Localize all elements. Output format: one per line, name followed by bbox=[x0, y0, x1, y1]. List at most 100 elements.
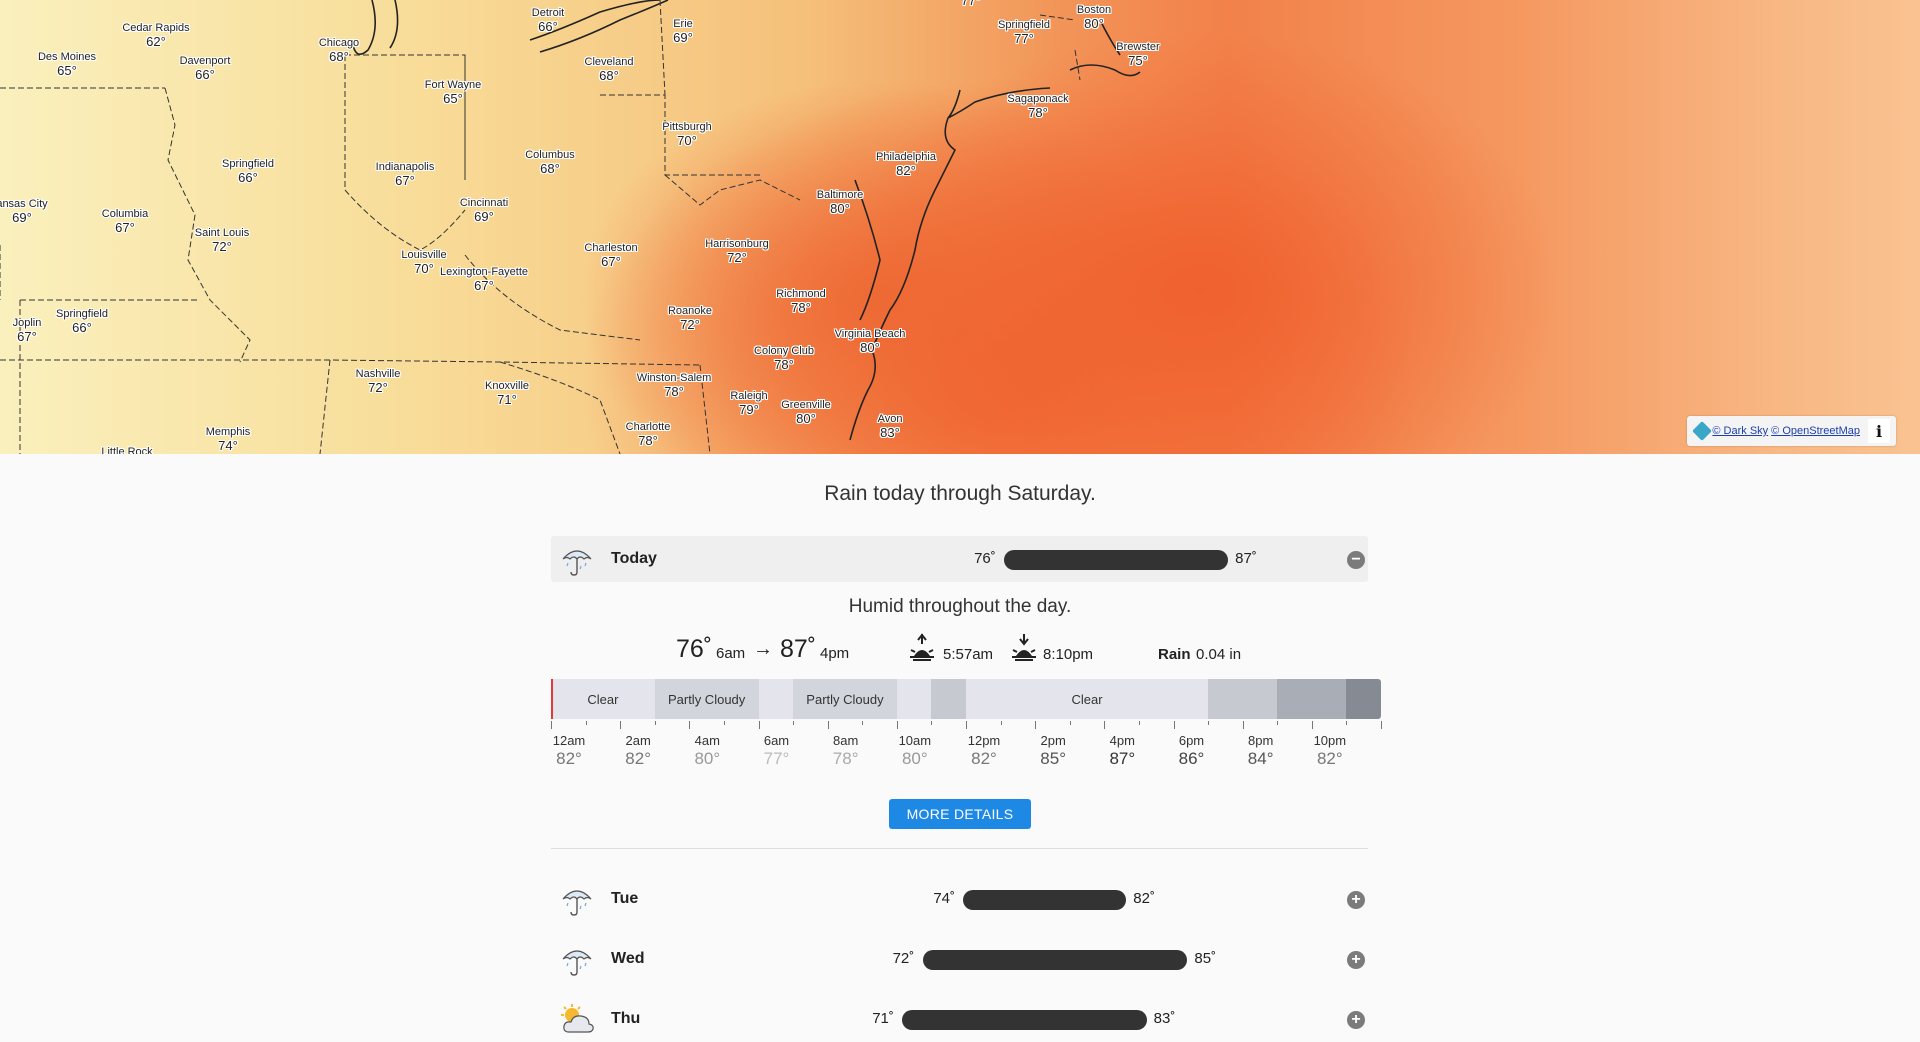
city-temp: 80° bbox=[830, 201, 850, 216]
city-name: Springfield bbox=[222, 158, 274, 170]
hourly-condition-timeline[interactable]: Clear Partly Cloudy Partly Cloudy Clear bbox=[551, 679, 1381, 719]
city-name: Sagaponack bbox=[1007, 93, 1069, 105]
day-low-temp: 72˚ bbox=[892, 950, 915, 967]
map-city-label: ansas City 69° bbox=[0, 197, 48, 225]
day-name: Thu bbox=[611, 1010, 641, 1027]
timeline-segment: Partly Cloudy bbox=[793, 679, 897, 719]
map-info-button[interactable]: i bbox=[1868, 419, 1890, 443]
more-details-button[interactable]: MORE DETAILS bbox=[889, 799, 1031, 829]
map-city-label: Sagaponack 78° bbox=[1007, 92, 1068, 120]
hour-tick bbox=[1311, 721, 1313, 729]
openstreetmap-link[interactable]: © OpenStreetMap bbox=[1771, 425, 1860, 437]
hour-label: 2am bbox=[625, 733, 651, 748]
hour-tick bbox=[1173, 721, 1175, 729]
map-city-label: Cincinnati 69° bbox=[460, 196, 508, 224]
hour-tick bbox=[1035, 721, 1037, 729]
hour-label: 10am bbox=[898, 733, 932, 748]
city-temp: 70° bbox=[677, 133, 697, 148]
map-city-label: Harrisonburg 72° bbox=[705, 237, 769, 265]
week-summary: Rain today through Saturday. bbox=[824, 482, 1096, 505]
city-temp: 74° bbox=[218, 438, 238, 453]
map-city-label: Detroit 66° bbox=[532, 6, 564, 34]
city-name: Saint Louis bbox=[194, 227, 250, 239]
city-name: Des Moines bbox=[37, 51, 97, 63]
divider bbox=[551, 848, 1368, 849]
city-name: Harrisonburg bbox=[705, 238, 769, 250]
city-name: Raleigh bbox=[730, 390, 768, 402]
day-detail-stats: 76˚ 6am → 87˚ 4pm 5:57am 8:10pm Rain 0.0… bbox=[0, 632, 1920, 672]
hour-tick bbox=[654, 721, 656, 725]
city-temp: 67° bbox=[601, 254, 621, 269]
sunrise-icon bbox=[910, 633, 934, 661]
map-city-label: Springfield 77° bbox=[998, 18, 1050, 46]
hour-column: 2am 82° bbox=[608, 733, 668, 769]
expand-toggle-icon[interactable]: + bbox=[1347, 1011, 1365, 1029]
hour-column: 12pm 82° bbox=[954, 733, 1014, 769]
map-attribution: © Dark Sky © OpenStreetMap i bbox=[1687, 416, 1896, 446]
hour-label: 4am bbox=[694, 733, 720, 748]
hour-temp: 82° bbox=[625, 749, 652, 768]
rain-umbrella-icon bbox=[562, 890, 592, 916]
hour-temp: 86° bbox=[1178, 749, 1205, 768]
temperature-map[interactable]: Cedar Rapids 62° Des Moines 65° Davenport 66°… bbox=[0, 0, 1920, 454]
hour-tick bbox=[1138, 721, 1140, 725]
temperature-range-bar bbox=[922, 950, 1188, 970]
hour-column: 12am 82° bbox=[539, 733, 599, 769]
city-name: Nashville bbox=[355, 368, 401, 380]
hour-label: 8pm bbox=[1248, 733, 1274, 748]
day-low-temp: 71˚ bbox=[872, 1010, 894, 1027]
city-name: Greenville bbox=[781, 399, 831, 411]
collapse-toggle-icon[interactable]: − bbox=[1347, 551, 1365, 569]
hour-tick bbox=[1104, 721, 1106, 729]
temperature-range-bar bbox=[902, 1010, 1147, 1030]
hour-tick bbox=[551, 721, 552, 729]
city-temp: 67° bbox=[474, 278, 494, 293]
hour-temp: 84° bbox=[1247, 749, 1274, 768]
day-row-thu[interactable]: Thu 71˚ 83˚ + bbox=[551, 996, 1368, 1042]
hour-tick bbox=[862, 721, 864, 725]
day-row-tue[interactable]: Tue 74˚ 82˚ + bbox=[551, 876, 1368, 922]
map-city-label: Cedar Rapids 62° bbox=[122, 21, 189, 49]
expand-toggle-icon[interactable]: + bbox=[1347, 951, 1365, 969]
city-temp: 67° bbox=[17, 329, 37, 344]
city-temp: 78° bbox=[791, 300, 811, 315]
hour-column: 6am 77° bbox=[747, 733, 807, 769]
map-city-label: Nashville 72° bbox=[356, 367, 401, 395]
expand-toggle-icon[interactable]: + bbox=[1347, 891, 1365, 909]
city-name: Detroit bbox=[531, 7, 565, 19]
map-city-label: Brewster 75° bbox=[1116, 40, 1159, 68]
hour-tick bbox=[1069, 721, 1071, 725]
map-city-label: Philadelphia 82° bbox=[876, 150, 936, 178]
city-name: Indianapolis bbox=[375, 161, 435, 173]
dark-sky-link[interactable]: © Dark Sky bbox=[1712, 425, 1768, 437]
hour-label: 12am bbox=[552, 733, 586, 748]
city-name: Charlotte bbox=[625, 421, 671, 433]
city-temp: 78° bbox=[774, 357, 794, 372]
hour-temp: 87° bbox=[1109, 749, 1136, 768]
map-borders bbox=[0, 0, 1141, 454]
city-name: Knoxville bbox=[484, 380, 530, 392]
city-name: Cedar Rapids bbox=[122, 22, 190, 34]
high-temp-time: 4pm bbox=[820, 645, 850, 662]
hour-ticks bbox=[551, 721, 1382, 731]
dark-sky-logo-icon bbox=[1692, 421, 1713, 441]
map-city-label: Virginia Beach 80° bbox=[835, 327, 906, 355]
city-temp: 72° bbox=[680, 317, 700, 332]
hour-tick bbox=[1381, 721, 1382, 729]
hour-tick bbox=[620, 721, 622, 729]
map-city-label: Baltimore 80° bbox=[817, 188, 863, 216]
city-temp: 77° bbox=[1014, 31, 1034, 46]
city-name: Cleveland bbox=[584, 56, 634, 68]
hour-tick bbox=[1208, 721, 1210, 725]
day-row-wed[interactable]: Wed 72˚ 85˚ + bbox=[551, 936, 1368, 982]
day-high-temp: 83˚ bbox=[1153, 1010, 1176, 1027]
city-temp: 68° bbox=[599, 68, 619, 83]
city-temp: 66° bbox=[72, 320, 92, 335]
city-temp: 71° bbox=[497, 392, 517, 407]
day-row-today[interactable]: Today 76˚ 87˚ − bbox=[551, 536, 1368, 582]
timeline-segment bbox=[931, 679, 966, 719]
hour-tick bbox=[966, 721, 967, 729]
day-name: Wed bbox=[611, 950, 645, 967]
city-name: Virginia Beach bbox=[834, 328, 906, 340]
map-city-label: Springfield 66° bbox=[56, 307, 108, 335]
